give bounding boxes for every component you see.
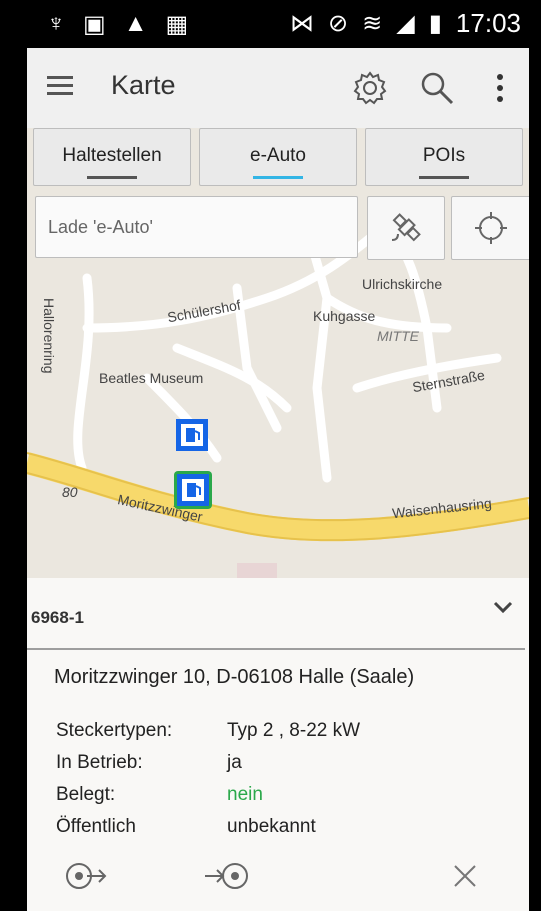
search-icon[interactable] (419, 70, 455, 106)
tab-e-auto[interactable]: e-Auto (199, 128, 357, 186)
search-input[interactable]: Lade 'e-Auto' (35, 196, 358, 258)
detail-key: In Betrieb: (56, 752, 143, 773)
route-to-icon[interactable] (203, 858, 251, 894)
map-label: 80 (62, 484, 78, 500)
detail-key: Steckertypen: (56, 720, 173, 741)
map-label: MITTE (377, 328, 419, 344)
detail-key: Belegt: (56, 784, 116, 805)
filter-tabs: Haltestellen e-Auto POIs (27, 128, 529, 186)
satellite-icon (391, 213, 421, 242)
wifi-icon: ≋ (362, 10, 383, 37)
tab-pois[interactable]: POIs (365, 128, 523, 186)
divider (27, 648, 525, 650)
detail-value: ja (227, 752, 242, 773)
tab-label: e-Auto (250, 145, 306, 166)
status-bar: ♆ ▣ ▲ ▦ ⋈ ⊘ ≋ ◢ ▮ 17:03 (27, 0, 529, 48)
usb-icon: ♆ (47, 10, 65, 37)
detail-key: Öffentlich (56, 816, 136, 837)
app-screen: ♆ ▣ ▲ ▦ ⋈ ⊘ ≋ ◢ ▮ 17:03 Karte Ulrichskir… (27, 0, 529, 911)
alarm-icon: ⊘ (328, 10, 349, 37)
status-time: 17:03 (455, 8, 521, 38)
station-id: 6968-1 (31, 608, 84, 627)
gear-icon[interactable] (352, 70, 388, 106)
bag-icon: ▦ (165, 11, 189, 38)
map-label: Kuhgasse (313, 308, 376, 324)
chevron-down-icon[interactable] (493, 600, 513, 614)
menu-icon[interactable] (47, 76, 73, 96)
more-icon[interactable] (494, 72, 506, 104)
map-label: Hallorenring (41, 298, 57, 374)
map-label: Beatles Museum (99, 370, 204, 386)
tab-haltestellen[interactable]: Haltestellen (33, 128, 191, 186)
satellite-button[interactable] (367, 196, 445, 260)
detail-value: nein (227, 784, 263, 805)
app-bar: Karte (27, 48, 529, 129)
charging-station-icon[interactable] (173, 470, 213, 510)
nfc-icon: ⋈ (290, 10, 315, 37)
detail-value: unbekannt (227, 816, 316, 837)
warning-icon: ▲ (123, 10, 148, 37)
signal-icon: ◢ (396, 10, 415, 37)
route-from-icon[interactable] (63, 858, 107, 894)
charging-station-icon[interactable] (175, 418, 209, 452)
tab-label: POIs (422, 145, 466, 166)
close-icon[interactable] (453, 864, 477, 888)
tab-label: Haltestellen (62, 145, 162, 166)
detail-value: Typ 2 , 8-22 kW (227, 720, 361, 741)
station-detail-panel: 6968-1 Moritzzwinger 10, D-06108 Halle (… (27, 578, 529, 911)
battery-icon: ▮ (428, 10, 442, 37)
map-label: Ulrichskirche (362, 276, 443, 292)
locate-button[interactable] (451, 196, 529, 260)
station-address: Moritzzwinger 10, D-06108 Halle (Saale) (54, 666, 415, 688)
page-title: Karte (111, 70, 176, 100)
image-icon: ▣ (83, 11, 106, 38)
crosshair-icon (475, 212, 507, 244)
